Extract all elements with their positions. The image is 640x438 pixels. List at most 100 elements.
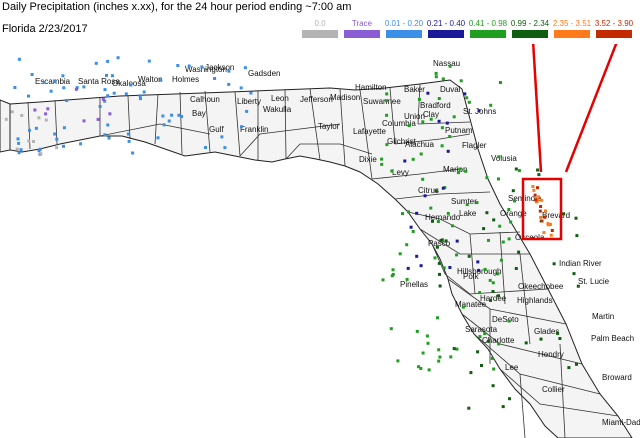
station-dot <box>496 272 500 276</box>
station-dot <box>498 224 502 228</box>
station-dot <box>492 367 496 371</box>
station-dot <box>552 262 556 266</box>
station-dot <box>477 109 481 113</box>
station-dot <box>385 113 389 117</box>
station-dot <box>180 115 184 119</box>
station-dot <box>556 331 560 335</box>
station-dot <box>514 167 518 171</box>
station-dot <box>437 97 441 100</box>
station-dot <box>465 96 469 100</box>
station-dot <box>245 109 249 113</box>
station-dot <box>108 112 112 116</box>
station-dot <box>227 82 231 86</box>
station-dot <box>74 87 78 91</box>
station-dot <box>116 56 120 60</box>
station-dot <box>27 94 30 98</box>
legend-label: 3.52 - 3.90 <box>594 19 634 28</box>
legend-item: 0.99 - 2.34 <box>510 18 550 38</box>
station-dot <box>501 405 505 409</box>
station-dot <box>34 126 38 130</box>
station-dot <box>94 61 98 65</box>
station-dot <box>537 195 541 199</box>
legend-swatch <box>596 30 632 38</box>
county-label: Dixie <box>359 155 377 164</box>
station-dot <box>436 316 439 320</box>
station-dot <box>437 348 441 352</box>
station-dot <box>176 64 180 67</box>
station-dot <box>448 266 452 269</box>
arrow-to-legend-orange <box>531 44 543 173</box>
station-dot <box>455 347 459 351</box>
county-label: Levy <box>392 168 409 177</box>
heavy-rain-highlight-box <box>521 177 563 241</box>
station-dot <box>540 219 544 223</box>
station-dot <box>32 140 35 143</box>
county-label: Okeechobee <box>518 282 564 291</box>
county-label: DeSoto <box>492 315 519 324</box>
station-dot <box>421 177 425 181</box>
station-dot <box>539 337 543 341</box>
station-dot <box>444 239 448 243</box>
station-dot <box>499 258 503 262</box>
station-dot <box>536 186 539 190</box>
county-label: Taylor <box>318 122 340 131</box>
station-dot <box>477 268 481 272</box>
legend-swatch <box>512 30 548 38</box>
station-dot <box>532 188 536 192</box>
station-dot <box>488 278 492 282</box>
station-dot <box>398 252 402 256</box>
county-label: Lake <box>459 209 477 218</box>
station-dot <box>534 198 538 202</box>
panhandle-west-outline <box>0 99 11 153</box>
county-label: Sumter <box>451 197 477 206</box>
station-dot <box>62 144 65 148</box>
precipitation-legend: 0.0 Trace 0.01 - 0.20 0.21 - 0.40 0.41 - 0.9… <box>300 18 638 42</box>
station-dot <box>480 364 483 367</box>
station-dot <box>223 146 227 150</box>
station-dot <box>61 74 65 78</box>
station-dot <box>65 99 69 102</box>
station-dot <box>187 64 191 68</box>
station-dot <box>524 341 528 345</box>
station-dot <box>411 230 415 233</box>
station-dot <box>455 239 459 243</box>
county-label: Franklin <box>240 125 268 134</box>
station-dot <box>429 117 433 121</box>
station-dot <box>46 107 50 111</box>
station-dot <box>511 189 515 193</box>
station-dot <box>483 332 487 336</box>
station-dot <box>419 152 423 156</box>
station-dot <box>227 69 231 73</box>
station-dot <box>517 250 521 254</box>
station-dot <box>513 199 516 203</box>
station-dot <box>10 110 14 114</box>
station-dot <box>419 264 423 268</box>
station-dot <box>434 71 438 75</box>
legend-item: 0.0 <box>300 18 340 38</box>
station-dot <box>438 355 442 359</box>
station-dot <box>415 211 419 215</box>
station-dot <box>111 74 114 78</box>
station-dot <box>558 337 562 340</box>
station-dot <box>103 88 107 92</box>
map-title: Daily Precipitation (inches x.xx), for t… <box>2 1 352 13</box>
station-dot <box>514 267 518 270</box>
station-dot <box>384 99 388 103</box>
station-dot <box>509 220 513 224</box>
station-dot <box>27 139 31 143</box>
county-label: Walton <box>138 75 163 84</box>
county-label: Gadsden <box>248 69 280 78</box>
station-dot <box>425 334 429 338</box>
station-dot <box>220 135 224 139</box>
station-dot <box>455 253 459 257</box>
station-dot <box>507 208 511 211</box>
station-dot <box>543 215 547 219</box>
station-dot <box>446 149 450 153</box>
station-dot <box>177 113 181 117</box>
station-dot <box>55 146 59 150</box>
station-dot <box>501 240 505 244</box>
station-dot <box>438 272 441 276</box>
legend-label: 0.41 - 0.98 <box>468 19 508 28</box>
station-dot <box>436 220 440 223</box>
station-dot <box>105 73 108 77</box>
